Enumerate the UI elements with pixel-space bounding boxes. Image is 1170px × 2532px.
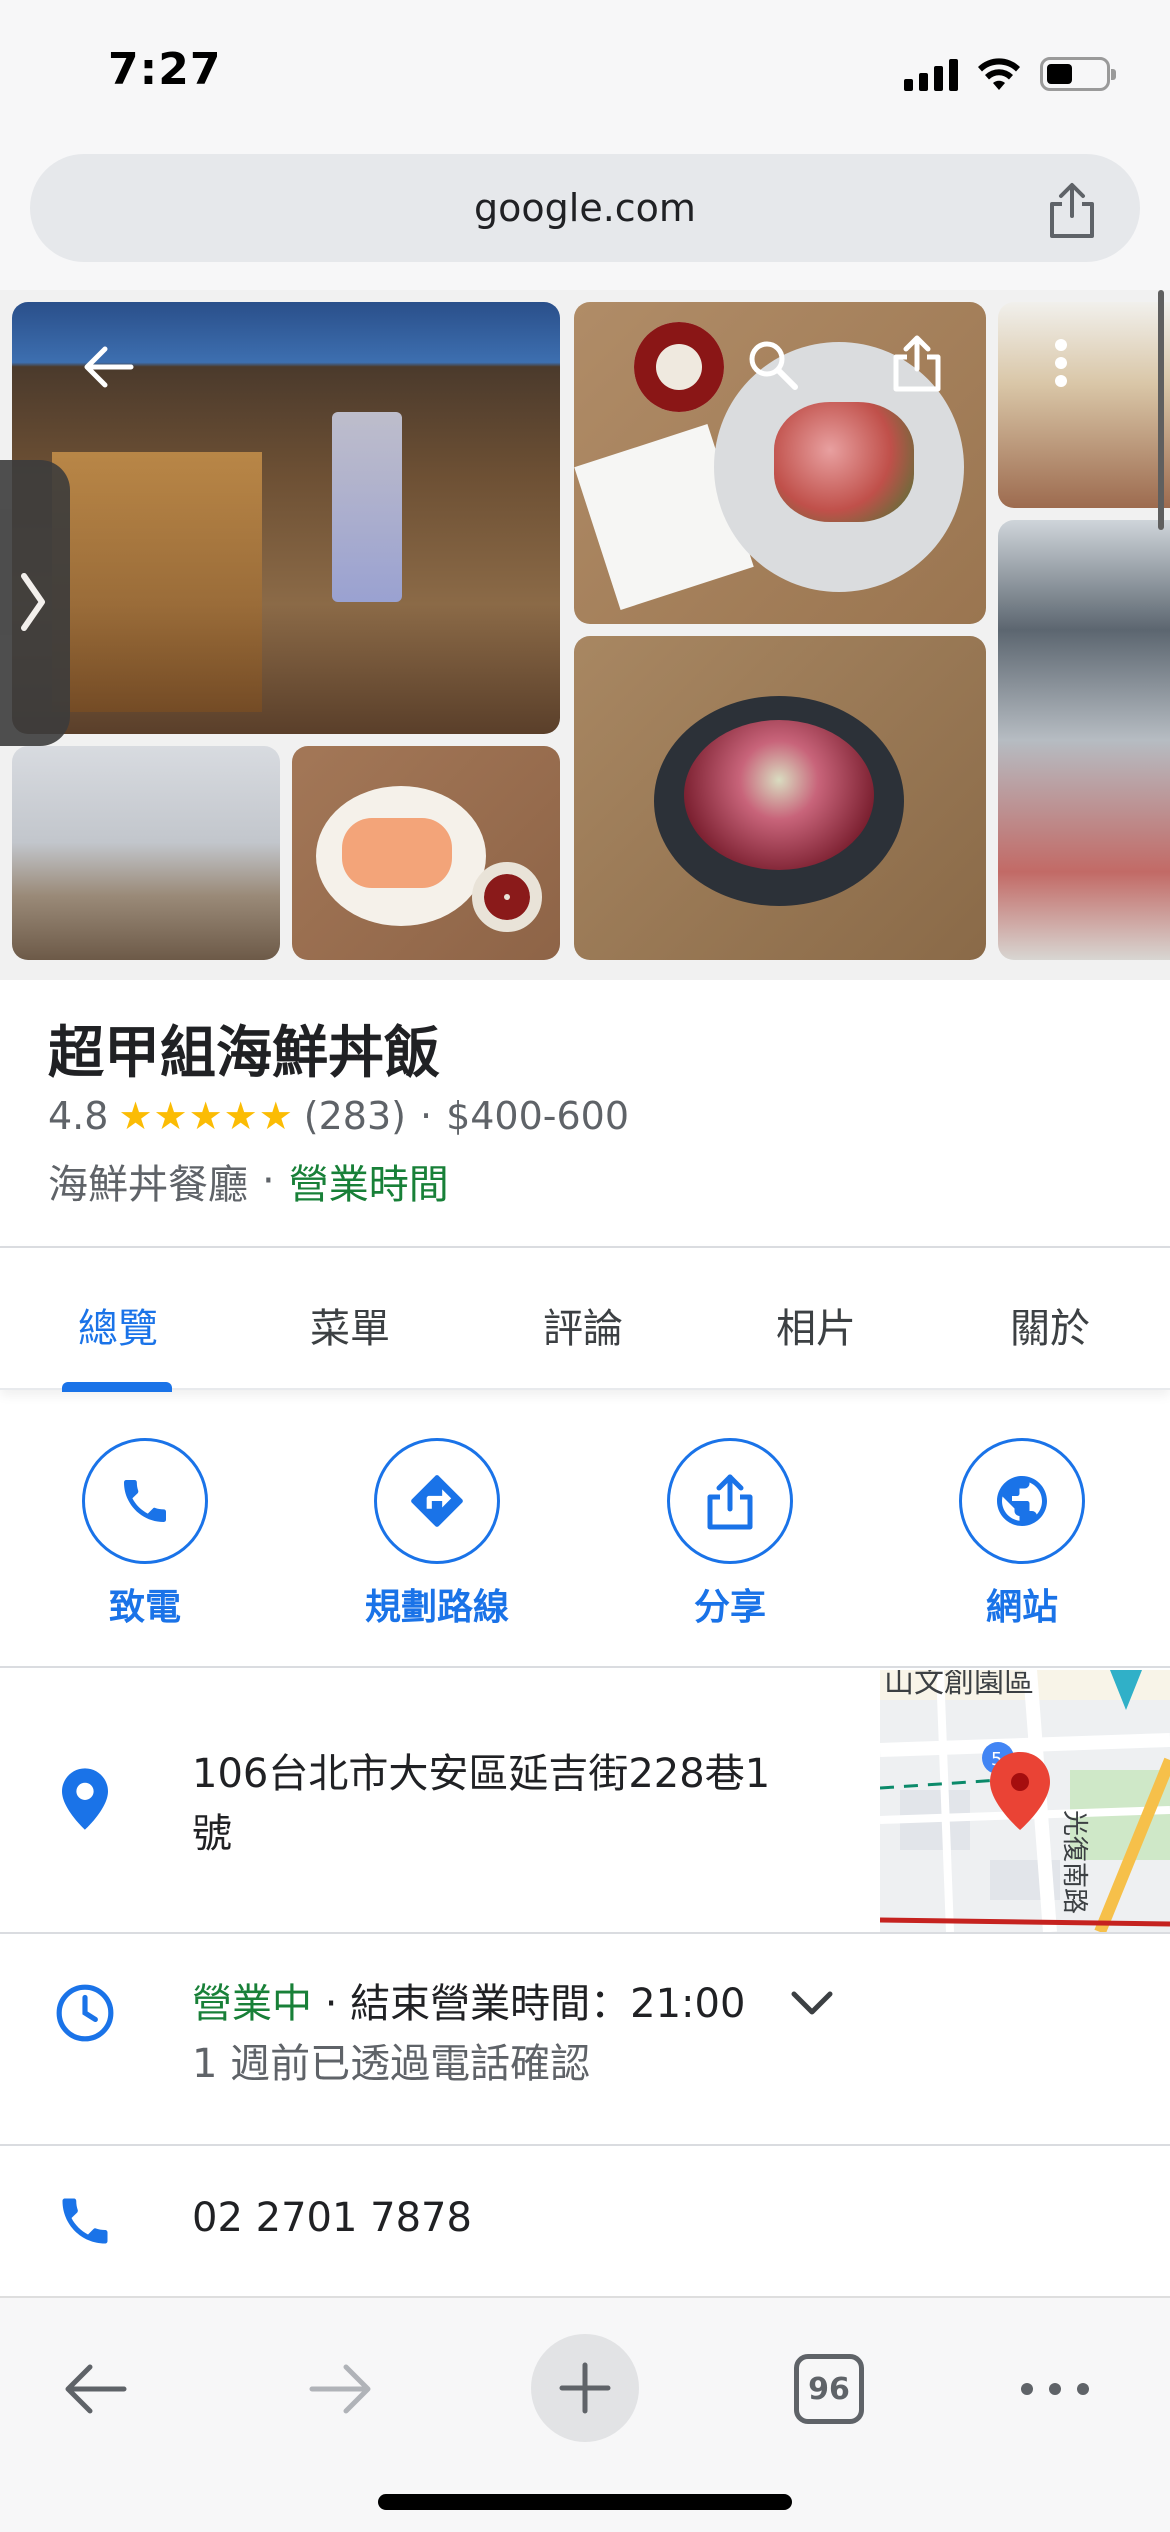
back-arrow-icon [65,2364,127,2414]
rating-row[interactable]: 4.8 ★★★★★ (283) · $400-600 [48,1094,629,1138]
counter-photo[interactable] [12,746,280,960]
share-button[interactable]: 分享 [620,1438,840,1630]
battery-icon [1040,57,1116,91]
open-status: 營業中 [192,1981,312,2027]
globe-icon [997,1476,1047,1526]
search-icon[interactable] [738,330,808,400]
active-tab-indicator [62,1382,172,1392]
salmon-sushi-photo[interactable] [292,746,560,960]
chevron-down-icon[interactable] [790,1988,846,2028]
map-graphic: 5 山文創園區 光復南路 [880,1670,1170,1932]
separator-dot: · [419,1094,433,1138]
kitchen-photo[interactable] [998,520,1170,960]
map-label-top: 山文創園區 [884,1670,1034,1700]
tab-overview[interactable]: 總覽 [48,1296,188,1354]
share-label: 分享 [693,1587,766,1628]
separator-dot: · [262,1158,275,1204]
tab-photos[interactable]: 相片 [746,1296,886,1354]
category-row: 海鮮丼餐廳 · 營業時間 [48,1152,449,1210]
directions-button[interactable]: 規劃路線 [327,1438,547,1630]
hours-row[interactable]: 營業中 · 結束營業時間：21:00 1 週前已透過電話確認 [0,1934,1170,2146]
location-pin-icon [50,1764,120,1834]
hours-separator: · [312,1981,351,2027]
share-icon [707,1474,753,1530]
home-indicator[interactable] [378,2494,792,2510]
star-rating-icon: ★★★★★ [118,1094,294,1138]
status-icons [904,52,1116,96]
place-title: 超甲組海鮮丼飯 [48,1021,440,1086]
directions-label: 規劃路線 [364,1587,509,1628]
forward-button[interactable] [286,2334,396,2444]
share-photo-icon[interactable] [882,328,952,398]
tab-about[interactable]: 關於 [980,1296,1120,1354]
tab-switcher-button[interactable]: 96 [774,2334,884,2444]
tab-bar: 總覽 菜單 評論 相片 關於 [0,1246,1170,1392]
more-menu-button[interactable] [1000,2334,1110,2444]
gallery-scrollbar[interactable] [1158,290,1164,530]
directions-icon [411,1475,463,1527]
closing-time: 結束營業時間：21:00 [350,1981,746,2027]
address-line-2: 號 [192,1811,232,1857]
cellular-signal-icon [904,57,958,91]
place-category: 海鮮丼餐廳 [48,1162,248,1208]
website-button[interactable]: 網站 [912,1438,1132,1630]
call-button[interactable]: 致電 [35,1438,255,1630]
plus-icon [559,2362,611,2414]
tab-menu[interactable]: 菜單 [280,1296,420,1354]
photo-gallery[interactable] [0,290,1170,980]
back-button[interactable] [40,2334,150,2444]
seafood-bowl-photo[interactable] [574,636,986,960]
phone-icon [124,1480,166,1522]
address-text[interactable]: 106台北市大安區延吉街228巷1 號 [192,1744,770,1864]
status-time: 7:27 [108,44,222,95]
more-horizontal-icon [1021,2383,1089,2395]
price-range: $400-600 [446,1094,630,1138]
browser-chrome: google.com [0,140,1170,290]
address-bar[interactable]: google.com [30,154,1140,262]
url-text[interactable]: google.com [30,186,1140,230]
call-label: 致電 [108,1587,181,1628]
review-count[interactable]: (283) [304,1094,406,1138]
phone-row[interactable]: 02 2701 7878 [0,2146,1170,2296]
phone-number[interactable]: 02 2701 7878 [192,2188,472,2248]
quick-actions: 致電 規劃路線 分享 網站 [0,1392,1170,1668]
chevron-right-icon [21,573,45,631]
tab-count: 96 [794,2354,864,2424]
share-icon[interactable] [1044,180,1100,240]
back-arrow-icon[interactable] [72,332,142,402]
hours-verified: 1 週前已透過電話確認 [192,2041,591,2087]
side-panel-toggle[interactable] [0,460,70,746]
new-tab-button[interactable] [531,2334,639,2442]
address-line-1: 106台北市大安區延吉街228巷1 [192,1751,771,1797]
forward-arrow-icon [309,2364,371,2414]
hours-text: 營業中 · 結束營業時間：21:00 1 週前已透過電話確認 [192,1974,745,2094]
rating-value: 4.8 [48,1094,109,1138]
website-label: 網站 [985,1587,1058,1628]
map-label-road: 光復南路 [1059,1810,1089,1914]
wifi-icon [978,58,1020,90]
battery-level [1047,64,1073,84]
phone-icon [50,2186,120,2256]
status-bar: 7:27 [0,0,1170,140]
tab-reviews[interactable]: 評論 [513,1296,653,1354]
hours-link[interactable]: 營業時間 [289,1152,449,1210]
map-thumbnail[interactable]: 5 山文創園區 光復南路 [880,1670,1170,1932]
clock-icon [50,1978,120,2048]
more-vertical-icon[interactable] [1026,328,1096,398]
address-row[interactable]: 106台北市大安區延吉街228巷1 號 5 山文創園區 光復南路 [0,1670,1170,1934]
